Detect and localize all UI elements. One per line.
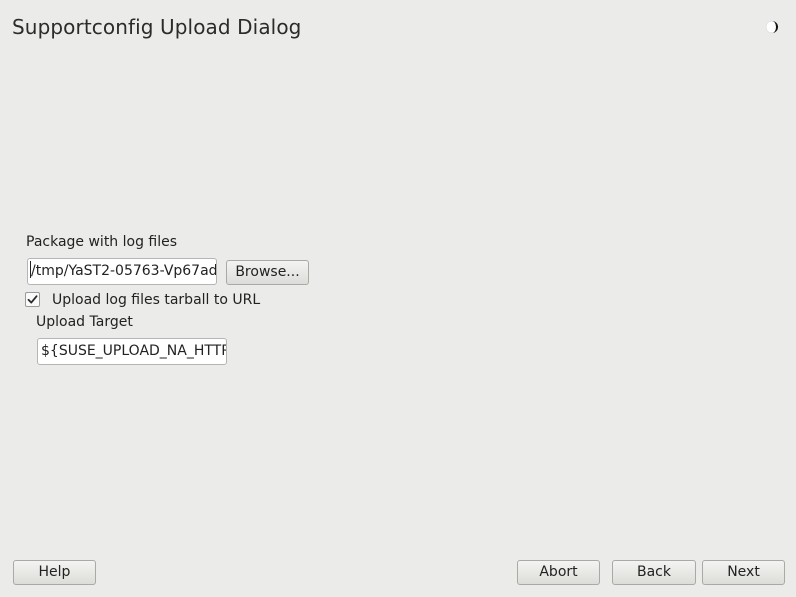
upload-checkbox-label-text: Upload log files tarball to URL — [52, 292, 261, 308]
browse-button-label: Browse... — [235, 264, 300, 280]
upload-target-label: Upload Target — [36, 314, 133, 330]
next-button[interactable]: Next — [702, 560, 785, 585]
dialog-window: Supportconfig Upload Dialog Package with… — [0, 0, 796, 597]
help-button[interactable]: Help — [13, 560, 96, 585]
package-label-text: Package with log files — [26, 234, 178, 250]
half-moon-icon[interactable] — [764, 19, 780, 35]
upload-target-label-text: Upload Target — [36, 314, 133, 330]
upload-target-value: ${SUSE_UPLOAD_NA_HTTP — [41, 343, 227, 359]
dialog-title: Supportconfig Upload Dialog — [12, 15, 302, 39]
next-button-label: Next — [727, 564, 760, 580]
upload-checkbox-label[interactable]: Upload log files tarball to URL — [52, 292, 260, 308]
help-button-label: Help — [38, 564, 71, 580]
abort-button[interactable]: Abort — [517, 560, 600, 585]
package-path-value: /tmp/YaST2-05763-Vp67ad — [31, 263, 217, 279]
browse-button[interactable]: Browse... — [226, 260, 309, 285]
upload-target-input[interactable]: ${SUSE_UPLOAD_NA_HTTP — [37, 338, 227, 365]
back-button-label: Back — [637, 564, 671, 580]
package-label: Package with log files — [26, 234, 177, 250]
upload-checkbox[interactable] — [25, 292, 40, 307]
package-path-input[interactable]: /tmp/YaST2-05763-Vp67ad — [27, 258, 217, 285]
checkmark-icon — [27, 295, 38, 304]
abort-button-label: Abort — [539, 564, 578, 580]
back-button[interactable]: Back — [612, 560, 696, 585]
